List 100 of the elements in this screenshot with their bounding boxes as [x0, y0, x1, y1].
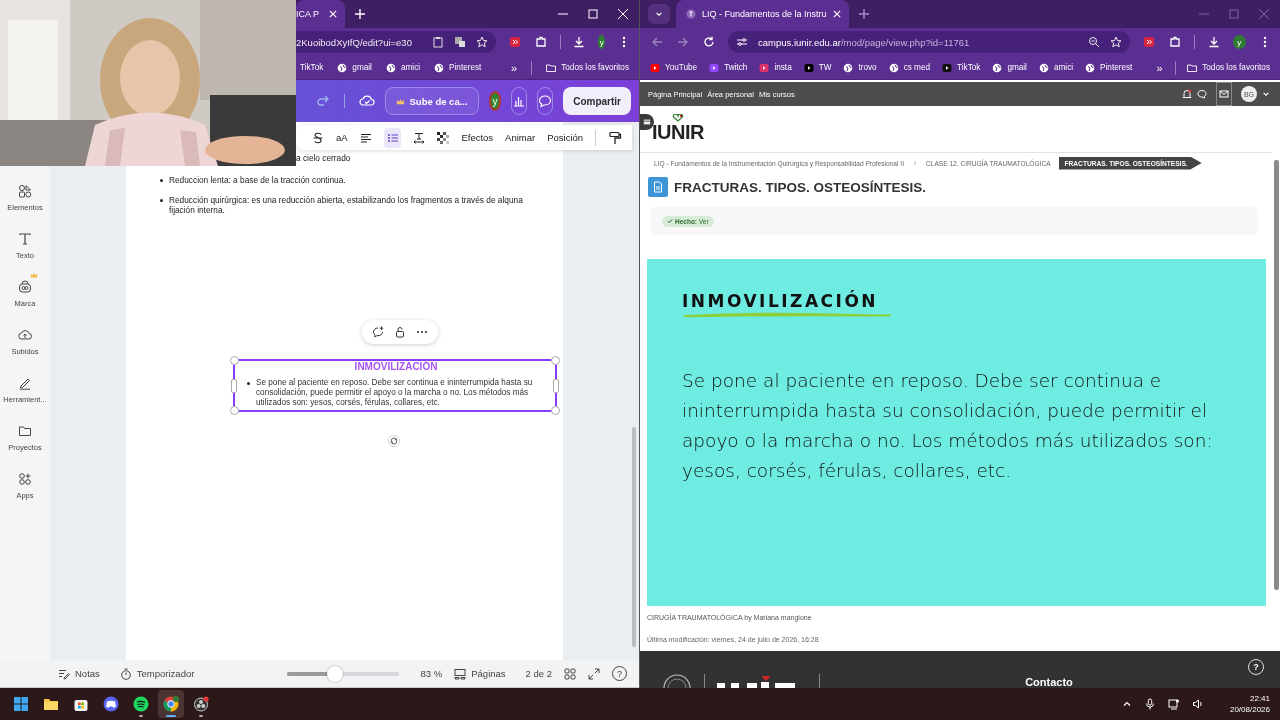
document-text: Reduccion lenta: a base de la tracción continua. — [169, 175, 346, 185]
bullet-dot — [160, 179, 163, 182]
bookmark[interactable]: gmail — [992, 62, 1027, 73]
transparency-icon[interactable] — [437, 131, 450, 144]
notes-icon — [58, 667, 70, 680]
page-count: 2 de 2 — [525, 668, 552, 679]
bookmark[interactable]: cs med — [888, 62, 930, 73]
mail-icon — [1219, 89, 1229, 99]
toolbar-button[interactable]: Efectos — [461, 132, 494, 143]
bookmark-folder[interactable]: Todos los favoritos — [546, 62, 629, 73]
redo-icon[interactable] — [316, 94, 330, 108]
paint-roller-icon[interactable] — [608, 130, 622, 145]
resize-handle[interactable] — [551, 356, 560, 365]
rotate-handle[interactable] — [388, 435, 400, 447]
puzzle-icon[interactable] — [1168, 36, 1181, 48]
upgrade-button[interactable]: Sube de ca... — [384, 87, 479, 115]
toolbar-button[interactable]: Animar — [505, 132, 536, 143]
bookmark[interactable]: Twitch — [709, 62, 748, 73]
translate-icon[interactable] — [453, 36, 466, 48]
share-button[interactable]: Compartir — [563, 87, 631, 115]
app-logo-icon — [709, 62, 720, 73]
bookmark[interactable]: gmail — [337, 62, 372, 73]
notes-button[interactable]: Notas — [58, 667, 100, 680]
site-logo[interactable]: IUNIR — [652, 114, 704, 142]
card-heading: INMOVILIZACIÓN — [682, 291, 880, 311]
pages-button[interactable]: Páginas — [454, 667, 506, 680]
more-bookmarks[interactable]: » — [1156, 61, 1163, 74]
toolbar-button[interactable]: Posición — [547, 132, 584, 143]
resize-handle[interactable] — [231, 379, 237, 393]
scrollbar[interactable] — [1274, 160, 1279, 590]
add-comment-icon[interactable] — [372, 326, 384, 338]
clock[interactable]: 22:41 20/08/2026 — [1229, 693, 1270, 715]
speaker-icon[interactable] — [1191, 698, 1204, 710]
lock-icon[interactable] — [394, 326, 406, 338]
extension-icon[interactable] — [1142, 36, 1155, 48]
address-field[interactable]: campus.iunir.edu.ar/mod/page/view.php?id=11761 — [728, 31, 1130, 53]
browser-tab[interactable]: LIQ - Fundamentos de la Instru — [676, 0, 849, 28]
zoom-icon[interactable] — [1087, 36, 1100, 48]
profile-avatar[interactable]: y — [598, 35, 605, 49]
folder-icon — [43, 696, 59, 712]
spacing-icon[interactable] — [413, 131, 426, 144]
resize-handle[interactable] — [230, 356, 239, 365]
site-icon — [686, 9, 696, 19]
forward-icon[interactable] — [677, 36, 689, 48]
bookmark[interactable]: YouTube — [650, 62, 698, 73]
bookmark[interactable]: amici — [1038, 62, 1074, 73]
bookmark[interactable]: Pinterest — [434, 62, 482, 73]
taskbar-app[interactable] — [158, 690, 184, 718]
reload-icon[interactable] — [703, 36, 715, 48]
site-settings-icon[interactable] — [736, 36, 748, 48]
download-icon[interactable] — [1207, 36, 1220, 48]
text-case-button[interactable]: aA — [336, 132, 348, 143]
resize-handle[interactable] — [230, 406, 239, 415]
align-left-icon[interactable] — [359, 131, 372, 144]
strikethrough-icon[interactable] — [312, 131, 324, 144]
bookmark[interactable]: TW — [803, 62, 832, 73]
timer-button[interactable]: Temporizador — [119, 667, 195, 680]
bookmark[interactable]: TikTok — [300, 63, 324, 72]
star-icon[interactable] — [1109, 36, 1122, 48]
bullet-dot — [160, 199, 163, 202]
bell-icon[interactable] — [1182, 89, 1192, 99]
bookmark[interactable]: trovo — [843, 62, 877, 73]
microphone-icon[interactable] — [1143, 698, 1156, 710]
browser-tab[interactable]: ICA P — [296, 0, 345, 28]
bookmark[interactable]: Pinterest — [1085, 62, 1133, 73]
bookmark-folder[interactable]: Todos los favoritos — [1187, 62, 1270, 73]
back-icon[interactable] — [651, 36, 663, 48]
caret-icon[interactable] — [1262, 90, 1270, 98]
chevron-up-icon[interactable] — [1121, 699, 1132, 709]
check-icon — [667, 218, 673, 224]
clipboard-icon[interactable] — [431, 36, 444, 48]
puzzle-icon[interactable] — [534, 36, 547, 48]
chat-icon[interactable] — [1197, 89, 1207, 99]
grid-view-icon[interactable] — [564, 667, 576, 680]
bookmark[interactable]: insta — [759, 62, 792, 73]
selected-text-box[interactable] — [233, 359, 557, 412]
document-text: a cielo cerrado — [296, 153, 352, 163]
game-controller-icon — [103, 696, 119, 712]
download-icon[interactable] — [573, 36, 586, 48]
star-icon[interactable] — [475, 36, 488, 48]
resize-handle[interactable] — [551, 406, 560, 415]
extension-icon[interactable] — [508, 36, 521, 48]
pen-icon — [18, 376, 32, 390]
music-app-icon — [133, 696, 149, 712]
address-field[interactable]: 2KuoibodXyIfQ/edit?ui=e30 — [296, 31, 496, 53]
tab-search-button[interactable] — [648, 4, 670, 24]
scrollbar[interactable] — [632, 427, 636, 647]
user-avatar[interactable]: y — [488, 91, 502, 111]
bookmark[interactable]: TikTok — [942, 62, 981, 73]
messages-button[interactable] — [1216, 82, 1232, 106]
more-bookmarks[interactable]: » — [511, 61, 518, 74]
network-icon[interactable] — [1167, 698, 1180, 710]
cloud-check-icon[interactable] — [358, 93, 375, 109]
bookmark[interactable]: amici — [385, 62, 421, 73]
fullscreen-icon[interactable] — [588, 667, 600, 680]
slider-thumb[interactable] — [326, 665, 343, 682]
bullet-list-button[interactable] — [383, 127, 402, 148]
drawer-toggle[interactable] — [640, 114, 654, 130]
profile-avatar[interactable]: y — [1232, 35, 1246, 49]
resize-handle[interactable] — [553, 379, 559, 393]
